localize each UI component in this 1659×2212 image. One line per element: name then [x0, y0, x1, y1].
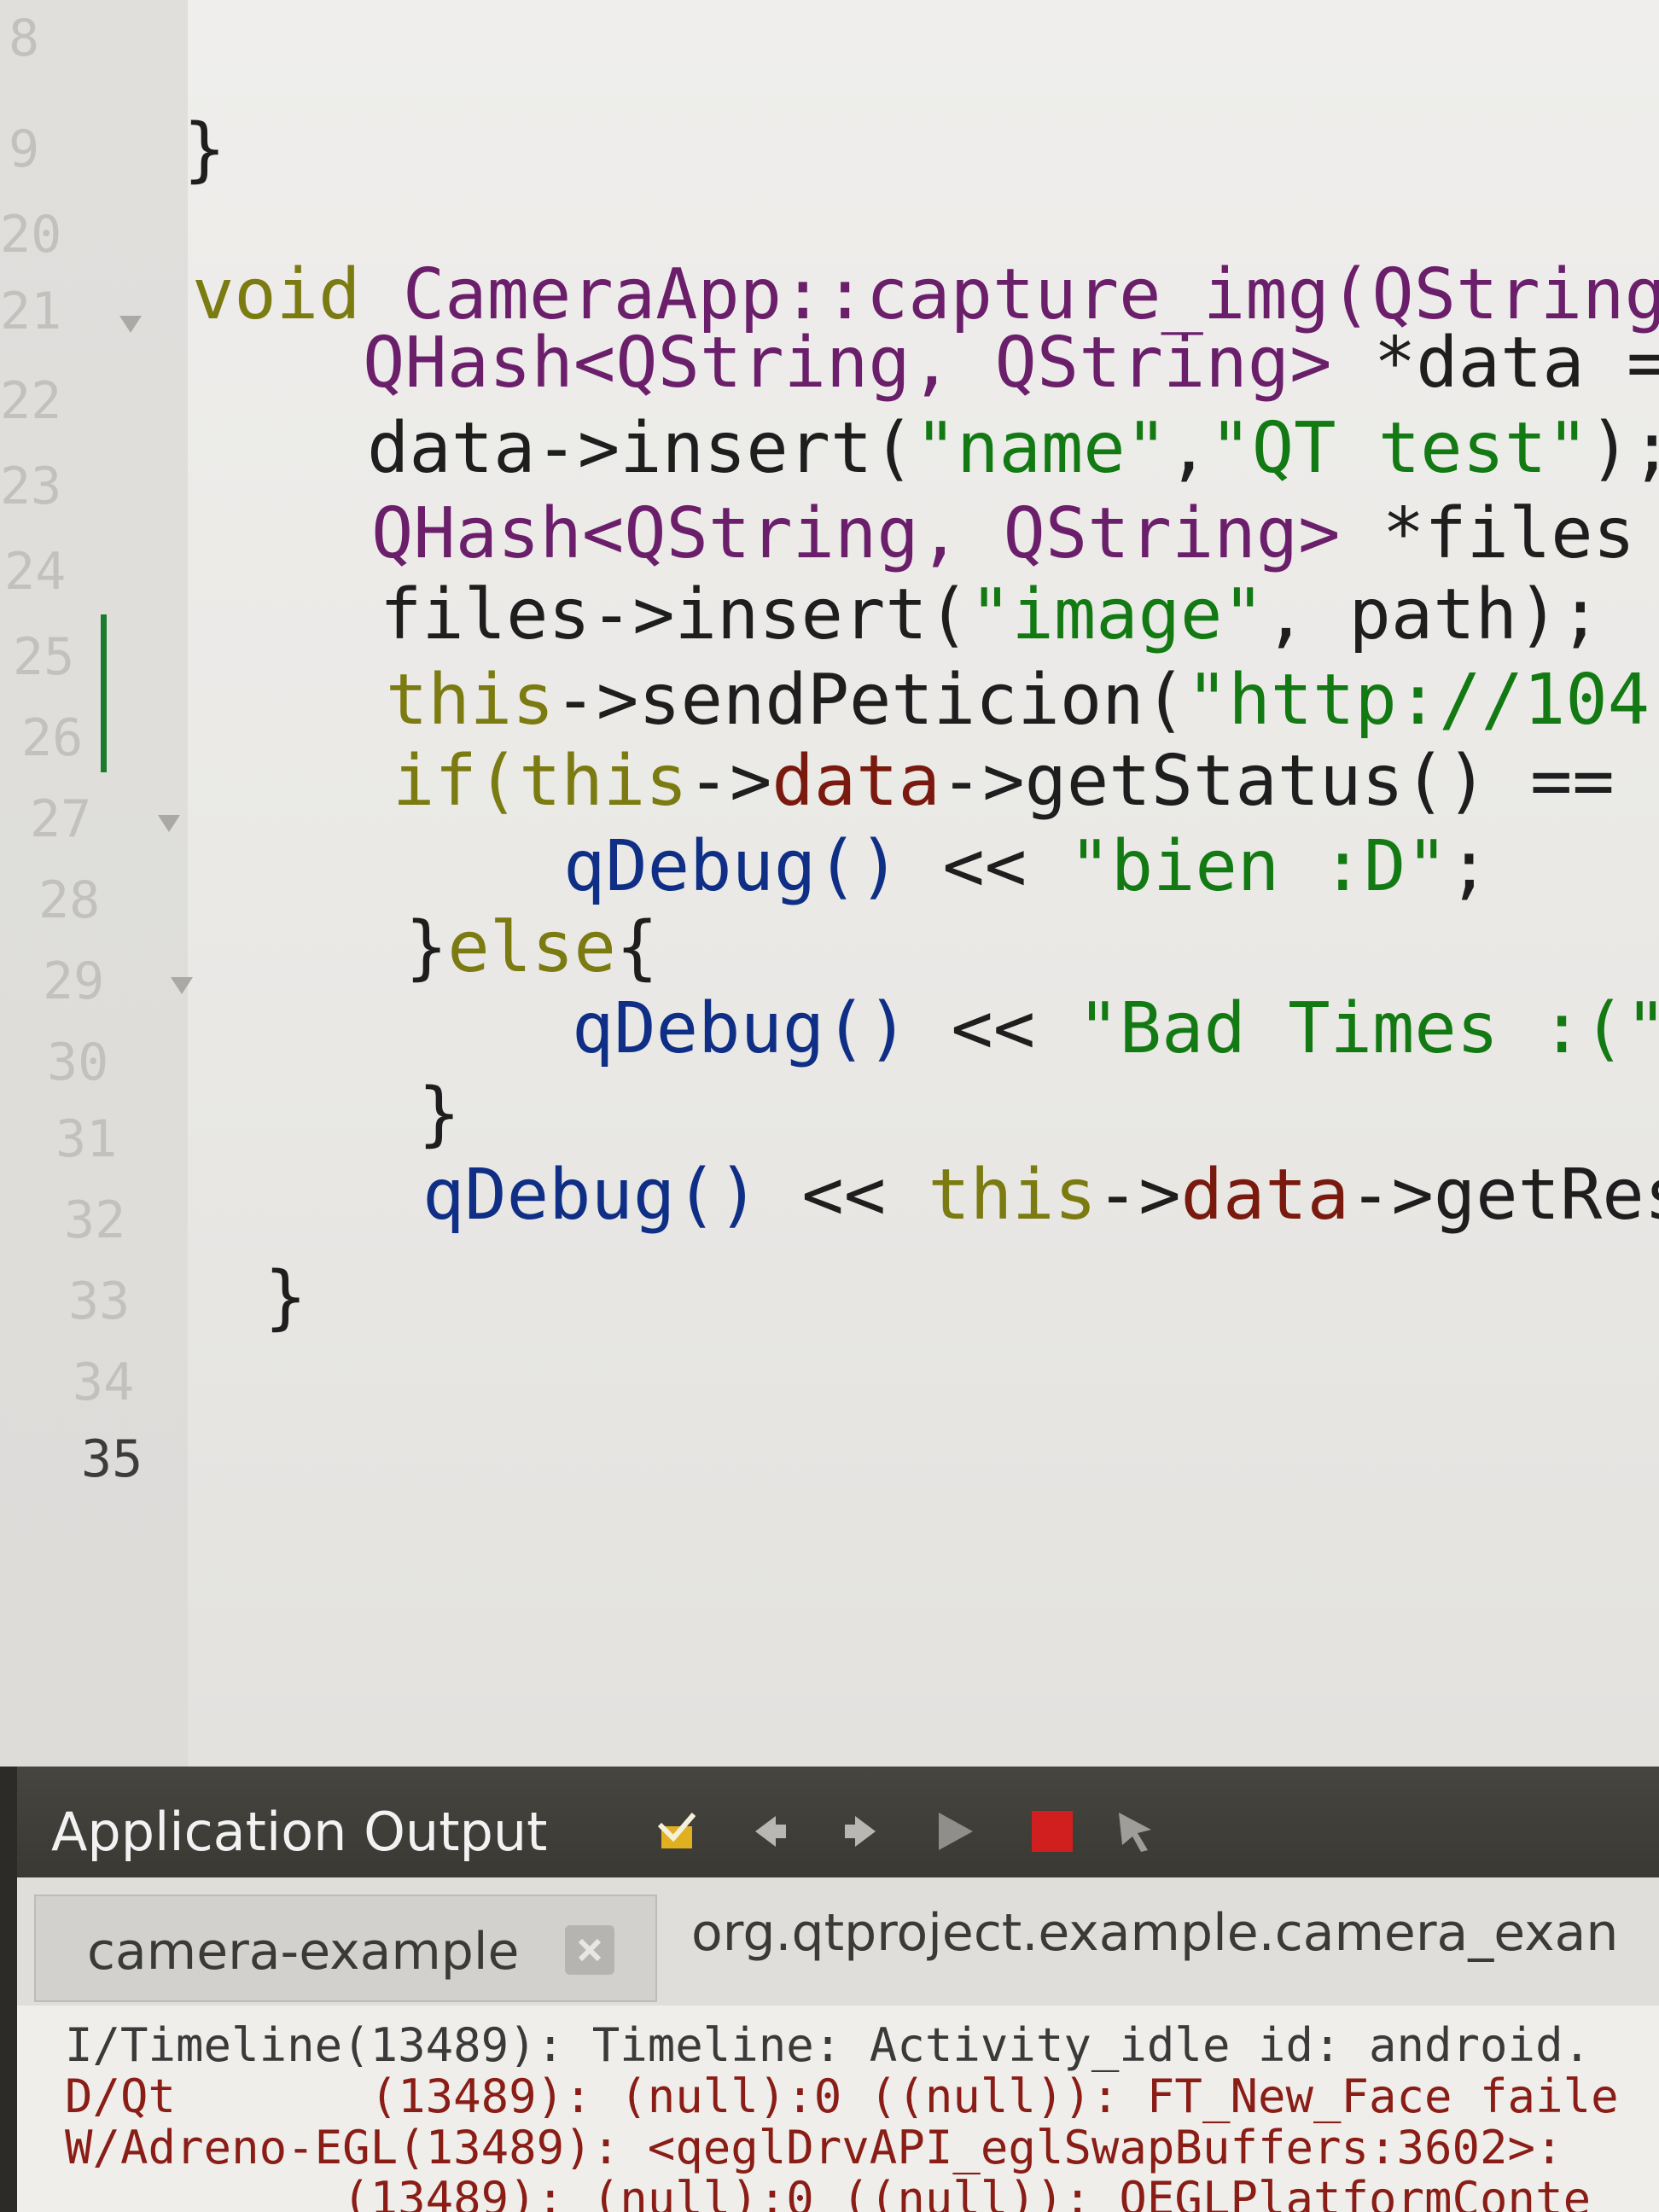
output-pane-header: Application Output	[17, 1767, 1659, 1886]
code-line: }else{	[405, 913, 658, 983]
log-line: D/Qt (13489): (null):0 ((null)): FT_New_…	[65, 2069, 1619, 2123]
line-number: 21	[0, 282, 62, 341]
line-number: 32	[64, 1190, 126, 1250]
fold-marker-icon[interactable]	[171, 977, 193, 994]
line-number-gutter: 8 9 20 21 22 23 24 25 26 27 28 29 30 31 …	[0, 0, 193, 1767]
code-line: files->insert("image", path);	[380, 580, 1602, 650]
code-line: if(this->data->getStatus() == 2	[393, 747, 1659, 817]
code-line: }	[183, 115, 225, 185]
pane-border	[0, 1767, 17, 2212]
line-number: 23	[0, 457, 62, 516]
line-number: 31	[55, 1109, 118, 1169]
line-number-current: 35	[81, 1429, 143, 1489]
keyword: this	[519, 741, 688, 822]
close-brace: }	[265, 1257, 307, 1338]
string-literal: "QT test"	[1209, 408, 1589, 489]
close-brace: }	[183, 109, 226, 190]
tab-camera-example[interactable]: camera-example	[34, 1895, 657, 2002]
member-variable: data	[771, 741, 940, 822]
line-numbers: 8 9 20 21 22 23 24 25 26 27 28 29 30 31 …	[0, 0, 188, 1767]
code-text: );	[1588, 408, 1659, 489]
code-text: files->insert(	[380, 574, 970, 655]
stop-icon[interactable]	[1028, 1807, 1076, 1855]
output-tabs-bar: camera-example org.qtproject.example.cam…	[17, 1877, 1659, 2005]
string-literal: "name"	[914, 408, 1168, 489]
code-line: qDebug() << "Bad Times :(";	[572, 994, 1659, 1064]
code-line: QHash<QString, QString> *data =	[363, 329, 1659, 399]
code-editor[interactable]: 8 9 20 21 22 23 24 25 26 27 28 29 30 31 …	[0, 0, 1659, 1767]
line-number: 30	[47, 1033, 109, 1092]
function-call: qDebug()	[563, 826, 900, 907]
code-text: *files	[1340, 493, 1636, 574]
line-number: 24	[4, 542, 67, 602]
code-text: }	[405, 907, 448, 988]
code-text: ,	[1167, 408, 1210, 489]
code-text: ->	[687, 741, 772, 822]
function-call: qDebug()	[572, 988, 909, 1069]
code-text: ->getResp	[1349, 1155, 1659, 1236]
code-text: <<	[899, 826, 1069, 907]
line-number: 27	[30, 789, 92, 849]
code-line: QHash<QString, QString> *files	[371, 499, 1635, 569]
code-line: void CameraApp::capture_img(QString	[192, 260, 1659, 330]
code-line: data->insert("name","QT test");	[367, 414, 1659, 484]
code-text: ->	[1096, 1155, 1181, 1236]
code-line: }	[418, 1080, 460, 1150]
line-number: 34	[73, 1353, 135, 1412]
keyword: this	[928, 1155, 1097, 1236]
log-line: I/Timeline(13489): Timeline: Activity_id…	[65, 2018, 1592, 2072]
process-name: org.qtproject.example.camera_exan	[691, 1903, 1619, 1963]
function-call: qDebug()	[422, 1155, 760, 1236]
clear-output-icon[interactable]	[653, 1807, 701, 1855]
code-line: }	[265, 1263, 306, 1333]
member-variable: data	[1180, 1155, 1350, 1236]
log-line: W/Adreno-EGL(13489): <qeglDrvAPI_eglSwap…	[65, 2121, 1563, 2174]
code-text: ->sendPeticion(	[554, 660, 1187, 741]
previous-item-icon[interactable]	[747, 1807, 795, 1855]
code-text: <<	[908, 988, 1078, 1069]
line-number: 26	[21, 708, 84, 768]
string-literal: "http://104.	[1186, 660, 1659, 741]
string-literal: "Bad Times :("	[1077, 988, 1659, 1069]
code-text: ->getStatus() == 2	[940, 741, 1659, 822]
line-number: 22	[0, 371, 62, 431]
close-icon[interactable]	[565, 1925, 614, 1975]
code-text: data->insert(	[367, 408, 915, 489]
code-text: {	[615, 907, 659, 988]
output-log[interactable]: I/Timeline(13489): Timeline: Activity_id…	[17, 2005, 1659, 2212]
type-name: QHash<QString, QString>	[363, 323, 1332, 404]
code-text: , path);	[1264, 574, 1602, 655]
line-number: 20	[0, 205, 62, 265]
output-pane-title: Application Output	[51, 1801, 548, 1863]
close-brace: }	[418, 1074, 461, 1155]
code-line: qDebug() << this->data->getResp	[422, 1161, 1659, 1231]
code-text: <<	[759, 1155, 928, 1236]
keyword: void	[192, 254, 361, 335]
keyword: if(	[393, 741, 520, 822]
type-name: QHash<QString, QString>	[371, 493, 1341, 574]
code-text: *data =	[1331, 323, 1659, 404]
code-line: this->sendPeticion("http://104.	[386, 666, 1659, 736]
string-literal: "bien :D"	[1068, 826, 1448, 907]
line-number: 28	[38, 870, 101, 930]
tab-label: camera-example	[87, 1922, 520, 1982]
code-line: qDebug() << "bien :D";	[563, 832, 1490, 902]
next-item-icon[interactable]	[836, 1807, 884, 1855]
fold-marker-icon[interactable]	[119, 316, 142, 333]
keyword: this	[386, 660, 555, 741]
log-line: (13489): (null):0 ((null)): QEGLPlatform…	[65, 2172, 1592, 2212]
line-number: 9	[9, 119, 40, 179]
changed-lines-marker	[101, 614, 107, 772]
keyword: else	[447, 907, 616, 988]
line-number: 8	[9, 9, 40, 68]
line-number: 33	[68, 1272, 131, 1331]
attach-icon[interactable]	[1114, 1807, 1161, 1855]
line-number: 25	[13, 627, 75, 687]
string-literal: "image"	[969, 574, 1265, 655]
fold-marker-icon[interactable]	[158, 815, 180, 832]
run-icon[interactable]	[930, 1807, 978, 1855]
line-number: 29	[43, 952, 105, 1011]
code-text: ;	[1447, 826, 1491, 907]
